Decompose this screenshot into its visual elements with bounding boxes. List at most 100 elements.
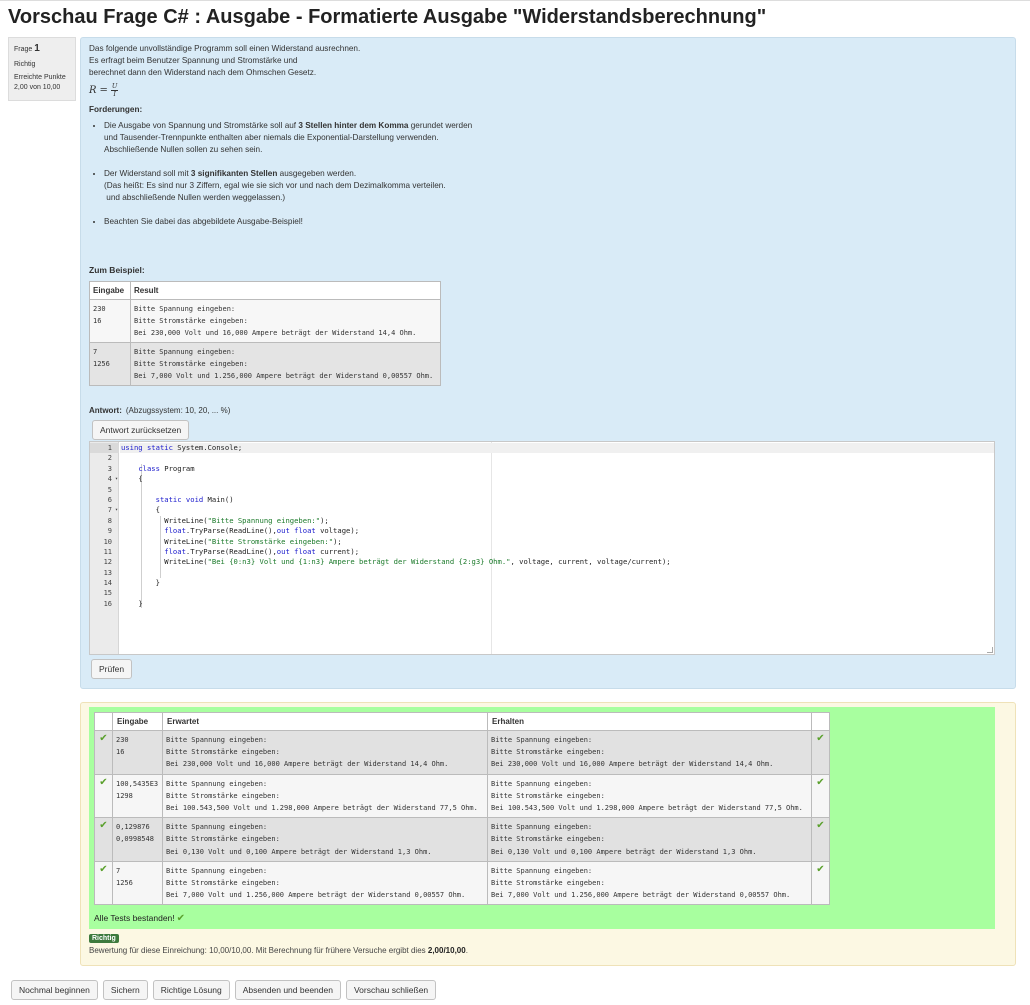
grade-text-main: Bewertung für diese Einreichung: 10,00/1…: [89, 946, 428, 955]
page-title: Vorschau Frage C# : Ausgabe - Formatiert…: [8, 6, 767, 28]
line-number-fold[interactable]: 7: [90, 505, 119, 516]
question-info-box: Frage 1 Richtig Erreichte Punkte 2,00 vo…: [8, 37, 76, 101]
reset-answer-button[interactable]: Antwort zurücksetzen: [92, 420, 190, 440]
submit-button[interactable]: Absenden und beenden: [234, 980, 341, 1000]
test-got: Bitte Spannung eingeben: Bitte Stromstär…: [487, 773, 812, 819]
code-lines[interactable]: using static System.Console; class Progr…: [120, 443, 994, 609]
code-text: );: [333, 536, 342, 546]
req1-bold: 3 Stellen hinter dem Komma: [298, 121, 409, 130]
all-passed-text: Alle Tests bestanden!: [94, 913, 175, 923]
example-input: 7 1256: [89, 342, 131, 386]
code-string: "Bei {0:n3} Volt und {1:n3} Ampere beträ…: [207, 557, 511, 567]
code-line: float.TryParse(ReadLine(),out float volt…: [120, 526, 994, 536]
table-row: ✔ 0,129876 0,0998548 Bitte Spannung eing…: [94, 817, 830, 862]
test-input: 230 16: [112, 730, 163, 775]
question-number: Frage 1: [14, 42, 70, 56]
code-line: using static System.Console;: [120, 443, 994, 454]
fill-correct-button[interactable]: Richtige Lösung: [152, 980, 230, 1000]
code-line: float.TryParse(ReadLine(),out float curr…: [120, 547, 994, 557]
req2-text-a: Der Widerstand soll mit: [104, 169, 191, 178]
code-text: WriteLine(: [164, 557, 208, 567]
line-number: 14: [103, 579, 112, 588]
code-keyword: static void: [155, 494, 204, 504]
line-number: 6: [107, 495, 112, 504]
req2-line-2: (Das heißt: Es sind nur 3 Ziffern, egal …: [104, 181, 446, 190]
save-button[interactable]: Sichern: [102, 980, 148, 1000]
code-editor[interactable]: 1 2 3 4 5 6 7 8 9 10 11 12 13 14 15 16 u…: [89, 441, 995, 655]
restart-button[interactable]: Nochmal beginnen: [11, 980, 98, 1000]
requirement-3: Beachten Sie dabei das abgebildete Ausga…: [104, 216, 989, 228]
code-text: .TryParse(ReadLine(),: [185, 526, 277, 536]
answer-label-row: Antwort: (Abzugssystem: 10, 20, ... %): [89, 406, 230, 415]
editor-gutter: 1 2 3 4 5 6 7 8 9 10 11 12 13 14 15 16: [90, 442, 119, 654]
editor-resize-handle[interactable]: [987, 647, 993, 653]
header-input: Eingabe: [112, 712, 163, 731]
example-result: Bitte Spannung eingeben: Bitte Stromstär…: [130, 342, 441, 386]
formula-denominator: I: [113, 90, 116, 98]
code-text: , voltage, current, voltage/current);: [510, 557, 671, 567]
code-text: current);: [315, 546, 360, 556]
intro-line-1: Das folgende unvollständige Programm sol…: [89, 44, 361, 53]
points-label: Erreichte Punkte: [14, 73, 66, 81]
header-status: [94, 712, 113, 731]
req1-line-3: Abschließende Nullen sollen zu sehen sei…: [104, 145, 263, 154]
test-results: Eingabe Erwartet Erhalten ✔ 230 16 Bitte…: [89, 707, 995, 929]
test-expected: Bitte Spannung eingeben: Bitte Stromstär…: [162, 817, 488, 862]
code-line: WriteLine("Bitte Stromstärke eingeben:")…: [120, 537, 994, 547]
table-row: ✔ 100,5435E3 1298 Bitte Spannung eingebe…: [94, 773, 830, 819]
line-number: 1: [90, 443, 119, 454]
requirements-title: Forderungen:: [89, 105, 143, 114]
code-line: {: [120, 505, 994, 515]
line-number: 2: [107, 454, 112, 463]
close-preview-button[interactable]: Vorschau schließen: [345, 980, 437, 1000]
line-number-fold[interactable]: 4: [90, 474, 119, 485]
example-table: Eingabe Result 230 16 Bitte Spannung ein…: [89, 281, 441, 386]
points-value: 2,00 von 10,00: [14, 84, 61, 92]
line-number: 10: [103, 537, 112, 546]
code-keyword: using static: [121, 443, 173, 452]
answer-label: Antwort:: [89, 406, 122, 415]
example-input: 230 16: [89, 299, 131, 343]
header-expected: Erwartet: [162, 712, 488, 731]
req2-text-c: ausgegeben werden.: [277, 169, 357, 178]
req2-line-3: und abschließende Nullen werden weggelas…: [104, 193, 286, 202]
question-state: Richtig: [14, 60, 36, 68]
top-divider: [0, 0, 1030, 1]
check-button[interactable]: Prüfen: [91, 659, 133, 679]
line-number: 9: [107, 527, 112, 536]
question-label: Frage: [14, 46, 33, 53]
test-got: Bitte Spannung eingeben: Bitte Stromstär…: [487, 730, 812, 775]
example-result: Bitte Spannung eingeben: Bitte Stromstär…: [130, 299, 441, 343]
header-got: Erhalten: [487, 712, 812, 731]
code-line: }: [120, 599, 994, 609]
intro-line-2: Es erfragt beim Benutzer Spannung und St…: [89, 56, 298, 65]
code-text: {: [138, 474, 143, 484]
grade-end: .: [465, 946, 468, 955]
line-number: 12: [103, 558, 112, 567]
req1-line-2: und Tausender-Trennpunkte enthalten aber…: [104, 133, 439, 142]
code-text: WriteLine(: [164, 515, 208, 525]
code-keyword: class: [138, 463, 160, 473]
line-number: 5: [107, 485, 112, 494]
feedback-box: Eingabe Erwartet Erhalten ✔ 230 16 Bitte…: [80, 702, 1016, 966]
test-input: 0,129876 0,0998548: [112, 817, 163, 862]
code-line: {: [120, 474, 994, 484]
check-icon: ✔: [811, 730, 830, 775]
requirement-1: Die Ausgabe von Spannung und Stromstärke…: [104, 120, 989, 156]
test-results-table: Eingabe Erwartet Erhalten ✔ 230 16 Bitte…: [94, 712, 830, 906]
check-icon: ✔: [811, 773, 830, 819]
status-badge: Richtig: [89, 934, 119, 943]
table-row: 7 1256 Bitte Spannung eingeben: Bitte St…: [89, 342, 441, 386]
test-expected: Bitte Spannung eingeben: Bitte Stromstär…: [162, 773, 488, 819]
test-input: 7 1256: [112, 860, 163, 906]
requirements-list: Die Ausgabe von Spannung und Stromstärke…: [89, 120, 989, 228]
code-text: .TryParse(ReadLine(),: [185, 546, 277, 556]
bottom-button-bar: Nochmal beginnen Sichern Richtige Lösung…: [11, 980, 437, 1000]
code-keyword: float: [164, 546, 186, 556]
intro-line-3: berechnet dann den Widerstand nach dem O…: [89, 68, 317, 77]
table-row: ✔ 230 16 Bitte Spannung eingeben: Bitte …: [94, 730, 830, 775]
requirement-2: Der Widerstand soll mit 3 signifikanten …: [104, 168, 989, 204]
question-number-value: 1: [34, 43, 40, 54]
